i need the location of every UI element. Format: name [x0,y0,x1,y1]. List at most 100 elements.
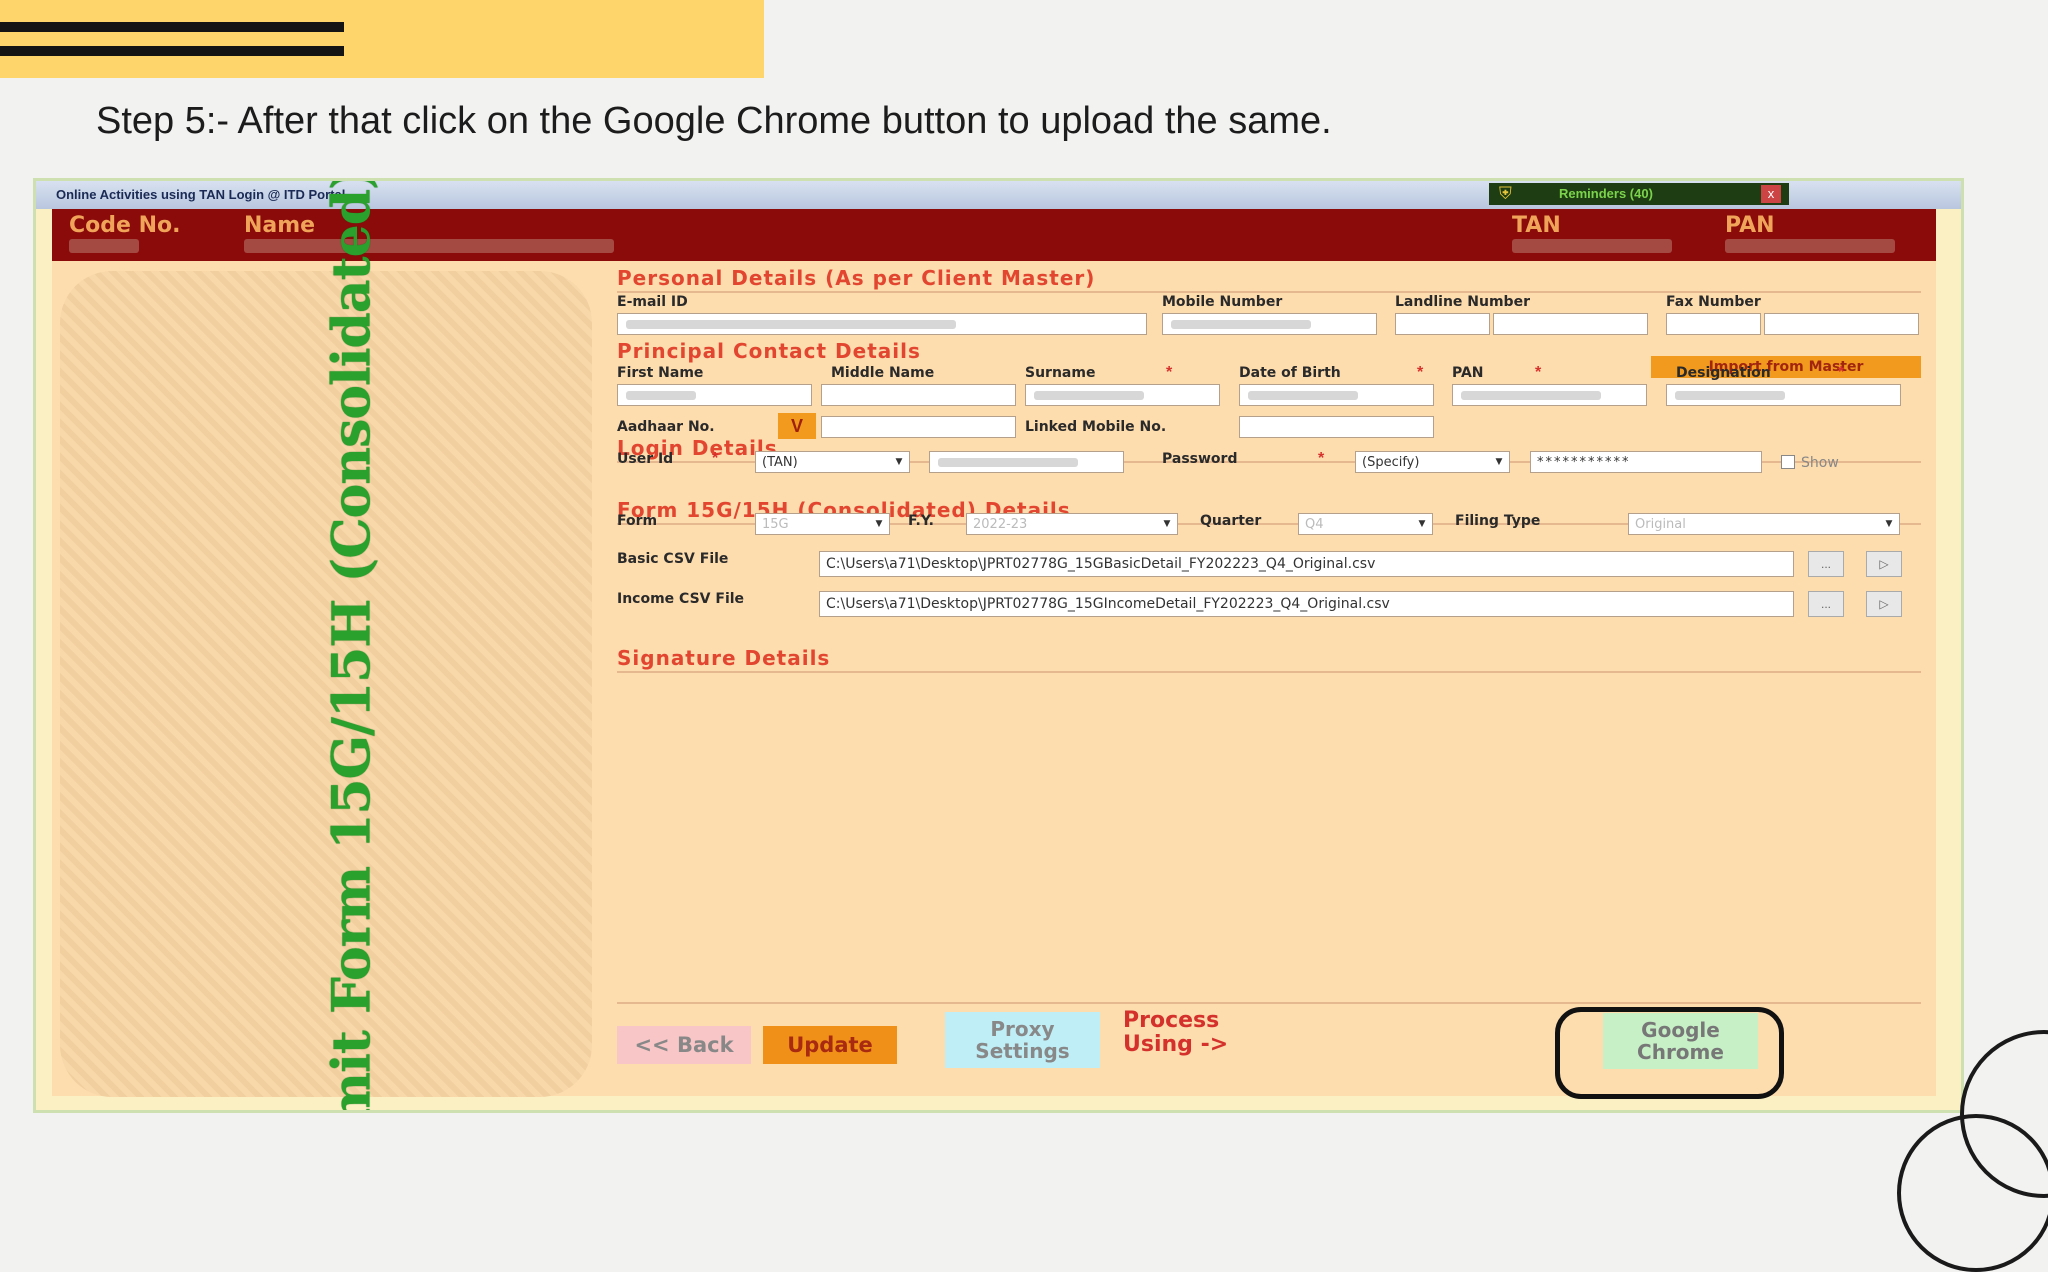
designation-field[interactable] [1666,384,1901,406]
chevron-down-icon: ▼ [1495,457,1503,467]
vertical-title: Submit Form 15G/15H (Consolidated) [321,178,383,1113]
shield-icon: ⛨ [1499,184,1512,203]
filing-type-select[interactable]: Original ▼ [1628,513,1900,535]
reminders-label: Reminders (40) [1559,186,1653,201]
first-name-field[interactable] [617,384,812,406]
email-label: E-mail ID [617,294,688,310]
required-mark: * [1838,364,1845,381]
chevron-down-icon: ▼ [875,519,883,529]
chevron-down-icon: ▼ [895,457,903,467]
fy-select[interactable]: 2022-23 ▼ [966,513,1178,535]
linked-mobile-label: Linked Mobile No. [1025,419,1167,435]
pan-label: PAN [1725,213,1775,238]
form-panel: Submit Form 15G/15H (Consolidated) Perso… [52,181,1936,1110]
code-no-label: Code No. [69,213,181,238]
signature-details-heading: Signature Details [617,646,831,670]
middle-name-label: Middle Name [831,365,935,381]
income-csv-open-button[interactable]: ▷ [1866,591,1902,617]
name-label: Name [244,213,316,238]
fax-label: Fax Number [1666,294,1761,310]
aadhaar-field[interactable] [821,416,1016,438]
proxy-label-line1: Proxy [990,1017,1055,1041]
decorative-bar [0,46,344,56]
landline-field[interactable] [1493,313,1648,335]
decorative-bar [0,22,344,32]
password-value: *********** [1537,455,1631,470]
required-mark: * [1417,364,1424,381]
close-icon[interactable]: x [1761,185,1781,203]
mobile-field[interactable] [1162,313,1377,335]
chevron-down-icon: ▼ [1163,519,1171,529]
quarter-select[interactable]: Q4 ▼ [1298,513,1433,535]
linked-mobile-field[interactable] [1239,416,1434,438]
password-field[interactable]: *********** [1530,451,1762,473]
proxy-settings-button[interactable]: Proxy Settings [945,1012,1100,1068]
decorative-circle [1897,1114,2048,1272]
middle-name-field[interactable] [821,384,1016,406]
aadhaar-verify-button[interactable]: V [778,413,816,439]
principal-contact-heading: Principal Contact Details [617,339,921,363]
income-csv-label: Income CSV File [617,591,745,607]
name-value [244,239,614,253]
highlight-circle [1555,1007,1784,1099]
surname-field[interactable] [1025,384,1220,406]
update-button[interactable]: Update [763,1026,897,1064]
password-type-select[interactable]: (Specify) ▼ [1355,451,1510,473]
required-mark: * [1166,364,1173,381]
email-field[interactable] [617,313,1147,335]
chevron-down-icon: ▼ [1418,519,1426,529]
form-select[interactable]: 15G ▼ [755,513,890,535]
quarter-value: Q4 [1305,517,1324,532]
personal-details-heading: Personal Details (As per Client Master) [617,266,1096,290]
password-label: Password [1162,451,1238,467]
side-panel: Submit Form 15G/15H (Consolidated) [60,181,592,1110]
process-using-label: Process Using -> [1123,1009,1228,1057]
show-password-checkbox[interactable] [1781,455,1795,469]
form-value: 15G [762,517,789,532]
form-label: Form [617,513,658,529]
pan-value [1725,239,1895,253]
user-id-label: User Id [617,451,674,467]
divider [617,671,1921,673]
required-mark: * [1318,450,1325,467]
basic-csv-label: Basic CSV File [617,551,729,567]
step-caption: Step 5:- After that click on the Google … [96,100,1332,142]
user-id-type-select[interactable]: (TAN) ▼ [755,451,910,473]
income-csv-path-field[interactable]: C:\Users\a71\Desktop\JPRT02778G_15GIncom… [819,591,1794,617]
show-label: Show [1801,455,1839,471]
required-mark: * [1535,364,1542,381]
window-title: Online Activities using TAN Login @ ITD … [56,187,346,202]
mobile-label: Mobile Number [1162,294,1283,310]
aadhaar-label: Aadhaar No. [617,419,715,435]
basic-csv-browse-button[interactable]: ... [1808,551,1844,577]
quarter-label: Quarter [1200,513,1262,529]
proxy-label-line2: Settings [975,1039,1070,1063]
user-id-field[interactable] [929,451,1124,473]
designation-label: Designation [1676,365,1771,381]
process-line1: Process [1123,1008,1220,1033]
user-id-type-value: (TAN) [762,455,798,470]
divider [617,291,1921,293]
fax-std-field[interactable] [1666,313,1761,335]
chevron-down-icon: ▼ [1885,519,1893,529]
filing-type-value: Original [1635,517,1686,532]
filing-type-label: Filing Type [1455,513,1541,529]
required-mark: * [712,450,719,467]
basic-csv-open-button[interactable]: ▷ [1866,551,1902,577]
fy-label: F.Y. [908,513,934,529]
back-button[interactable]: << Back [617,1026,751,1064]
password-type-value: (Specify) [1362,455,1420,470]
header-banner [0,0,764,78]
income-csv-browse-button[interactable]: ... [1808,591,1844,617]
landline-std-field[interactable] [1395,313,1490,335]
landline-label: Landline Number [1395,294,1530,310]
first-name-label: First Name [617,365,704,381]
dob-field[interactable] [1239,384,1434,406]
pan-field[interactable] [1452,384,1647,406]
reminders-bar[interactable]: ⛨ Reminders (40) x [1489,183,1789,205]
fax-field[interactable] [1764,313,1919,335]
basic-csv-path-field[interactable]: C:\Users\a71\Desktop\JPRT02778G_15GBasic… [819,551,1794,577]
tan-label: TAN [1512,213,1561,238]
pan-label-field: PAN [1452,365,1484,381]
surname-label: Surname [1025,365,1096,381]
